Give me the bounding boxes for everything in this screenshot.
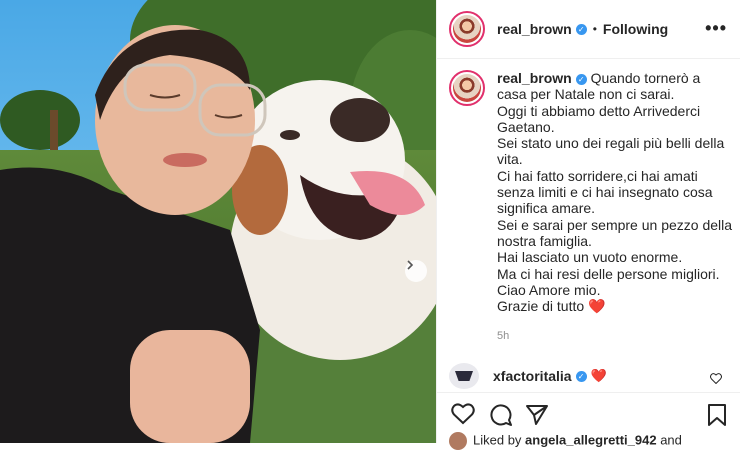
likes-summary: Liked by angela_allegretti_942 and: [449, 432, 682, 450]
following-button[interactable]: Following: [603, 21, 668, 37]
action-bar: [437, 392, 740, 437]
instagram-post: real_brown ✓ • Following ••• real_brown ✓…: [0, 0, 740, 450]
more-options-icon[interactable]: •••: [705, 18, 727, 39]
post-side-panel: real_brown ✓ • Following ••• real_brown ✓…: [436, 0, 740, 450]
caption-line: Sei e sarai per sempre un pezzo della no…: [497, 216, 733, 249]
caption-line: Sei stato uno dei regali più belli della…: [497, 135, 725, 168]
caption-line: Ciao Amore mio.: [497, 281, 601, 298]
post-timestamp[interactable]: 5h: [497, 328, 733, 344]
caption-avatar[interactable]: [449, 70, 485, 106]
author-username[interactable]: real_brown: [497, 21, 572, 37]
caption-block: real_brown ✓ Quando tornerò a casa per Na…: [449, 70, 734, 345]
header-separator: •: [592, 22, 597, 36]
next-photo-button[interactable]: [405, 260, 427, 282]
heart-icon[interactable]: [710, 373, 722, 384]
heart-icon[interactable]: [451, 403, 475, 425]
post-photo[interactable]: [0, 0, 436, 443]
caption-line: Grazie di tutto ❤️: [497, 298, 606, 315]
post-header: real_brown ✓ • Following •••: [437, 0, 740, 59]
verified-badge-icon: ✓: [575, 23, 587, 35]
caption-username[interactable]: real_brown: [497, 70, 572, 86]
caption-line: Oggi ti abbiamo detto Arrivederci Gaetan…: [497, 102, 701, 135]
caption-line: Ci hai fatto sorridere,ci hai amati senz…: [497, 167, 713, 217]
liker-avatar: [449, 432, 467, 450]
verified-badge-icon: ✓: [575, 73, 587, 85]
verified-badge-icon: ✓: [575, 370, 587, 382]
comment-text: ❤️: [590, 368, 607, 383]
author-avatar[interactable]: [449, 11, 485, 47]
selfie-with-bulldog-image: [0, 0, 436, 443]
share-icon[interactable]: [525, 403, 549, 427]
liker-username[interactable]: angela_allegretti_942: [525, 432, 657, 447]
caption-line: Hai lasciato un vuoto enorme.: [497, 249, 683, 266]
commenter-avatar[interactable]: [449, 363, 479, 389]
caption-line: Ma ci hai resi delle persone migliori.: [497, 265, 720, 282]
bookmark-icon[interactable]: [707, 403, 727, 427]
chevron-right-icon: [407, 260, 414, 270]
caption-text: real_brown ✓ Quando tornerò a casa per Na…: [497, 70, 733, 345]
likes-suffix: and: [660, 432, 682, 448]
commenter-username[interactable]: xfactoritalia: [493, 368, 572, 384]
likes-prefix: Liked by: [473, 432, 522, 448]
comment-row: xfactoritalia ✓ ❤️: [449, 362, 734, 390]
comment-icon[interactable]: [489, 403, 513, 427]
